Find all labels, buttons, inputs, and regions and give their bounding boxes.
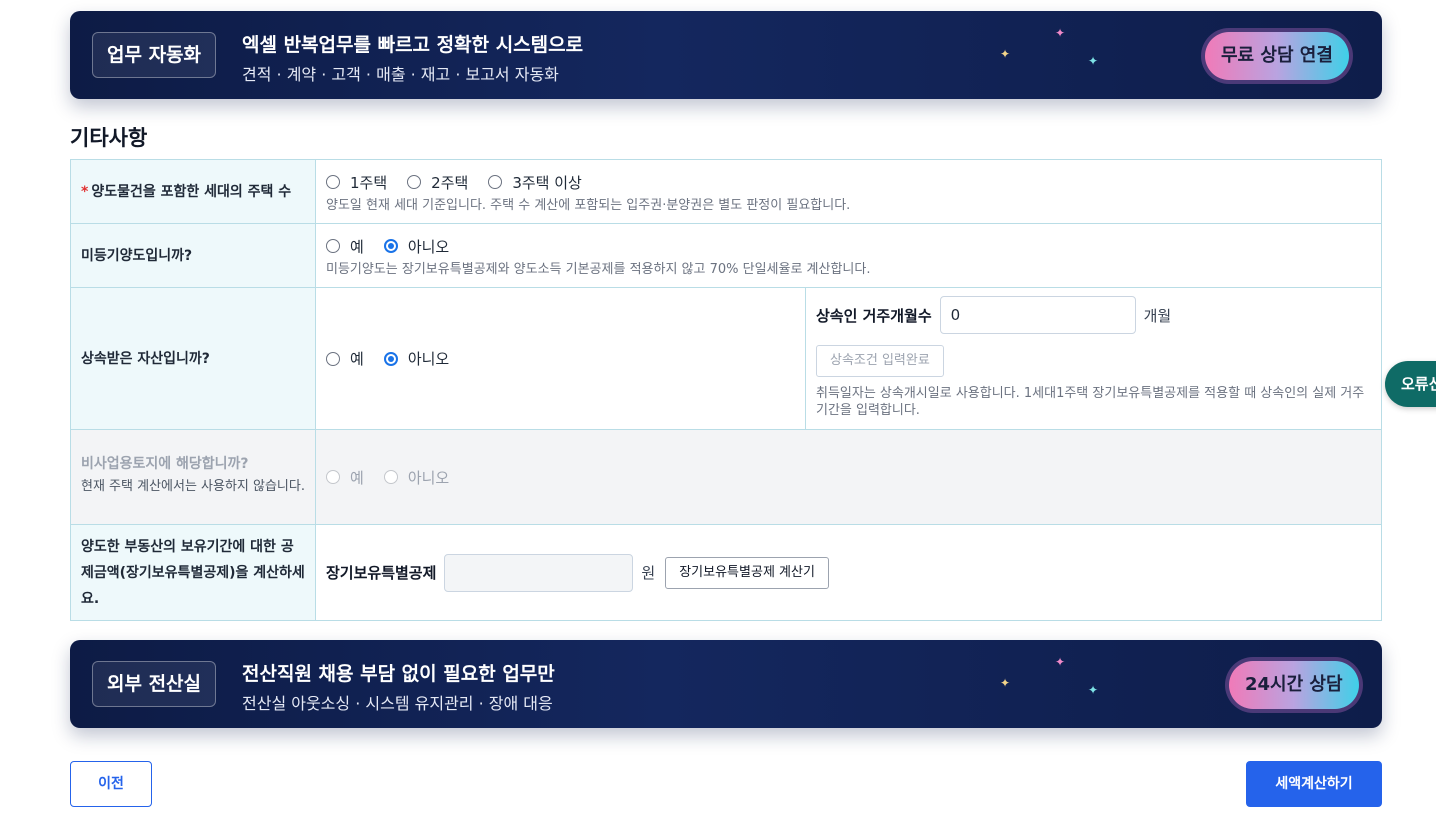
long-term-amount-input[interactable] [444, 553, 634, 592]
inherited-split: 예 아니오 상속인 거주개월수 0 개월 상속조건 입력완료 취득일자는 상속개… [316, 288, 1381, 429]
radio-label: 아니오 [407, 237, 450, 256]
house-count-radio-group: 1주택 2주택 3주택 이상 [326, 169, 1371, 195]
content-unregistered: 예 아니오 미등기양도는 장기보유특별공제와 양도소득 기본공제를 적용하지 않… [315, 223, 1382, 288]
inherited-radio-cell: 예 아니오 [316, 288, 806, 429]
section-title: 기타사항 [70, 126, 148, 150]
radio-1house[interactable]: 1주택 [326, 172, 387, 193]
radio-label: 3주택 이상 [512, 173, 582, 192]
residence-months-label: 상속인 거주개월수 [816, 306, 932, 325]
radio-circle [383, 470, 398, 484]
radio-label: 예 [350, 350, 364, 368]
unit-label: 원 [641, 564, 656, 582]
label-non-business-land: 비사업용토지에 해당합니까? 현재 주택 계산에서는 사용하지 않습니다. [70, 429, 316, 525]
radio-circle-checked[interactable] [383, 351, 398, 366]
label-inherited: 상속받은 자산입니까? [70, 287, 316, 430]
label-house-count: * 양도물건을 포함한 세대의 주택 수 [70, 159, 316, 224]
row-inherited: 상속받은 자산입니까? 예 아니오 상속인 거주개월수 0 개월 상속조건 입력… [70, 287, 1382, 430]
radio-circle [326, 470, 340, 484]
residence-months-field: 상속인 거주개월수 0 개월 [816, 296, 1371, 334]
sparkle-icon: ✦ [1000, 47, 1011, 61]
promo-banner-automation: 업무 자동화 엑셀 반복업무를 빠르고 정확한 시스템으로 견적 · 계약 · … [70, 11, 1382, 99]
content-house-count: 1주택 2주택 3주택 이상 양도일 현재 세대 기준입니다. 주택 수 계산에… [315, 159, 1382, 224]
label-subtext: 현재 주택 계산에서는 사용하지 않습니다. [81, 479, 305, 494]
help-text: 미등기양도는 장기보유특별공제와 양도소득 기본공제를 적용하지 않고 70% … [326, 262, 871, 277]
radio-label: 예 [350, 468, 364, 487]
calculate-tax-button[interactable]: 세액계산하기 [1246, 761, 1382, 807]
sparkle-icon: ✦ [1000, 676, 1011, 690]
radio-circle[interactable] [407, 175, 422, 189]
radio-3house-plus[interactable]: 3주택 이상 [488, 172, 582, 193]
content-long-term: 장기보유특별공제 원 장기보유특별공제 계산기 [315, 524, 1382, 621]
radio-circle[interactable] [326, 175, 340, 189]
unregistered-radio-group: 예 아니오 [326, 233, 1371, 259]
long-term-calculator-button[interactable]: 장기보유특별공제 계산기 [665, 556, 829, 589]
row-unregistered: 미등기양도입니까? 예 아니오 미등기양도는 장기보유특별공제와 양도소득 기본… [70, 223, 1382, 288]
sparkle-icon: ✦ [1055, 655, 1066, 669]
banner-tag: 업무 자동화 [92, 32, 217, 78]
radio-2house[interactable]: 2주택 [407, 172, 468, 193]
radio-yes-disabled: 예 [326, 467, 364, 488]
prev-button[interactable]: 이전 [70, 761, 152, 807]
banner-title: 엑셀 반복업무를 빠르고 정확한 시스템으로 [242, 34, 584, 56]
radio-label: 예 [350, 237, 364, 256]
sparkle-icon: ✦ [1088, 54, 1099, 68]
consult-24h-button[interactable]: 24시간 상담 [1225, 657, 1363, 713]
label-text: 양도물건을 포함한 세대의 주택 수 [91, 183, 292, 200]
radio-label: 1주택 [350, 173, 388, 192]
radio-circle[interactable] [326, 351, 340, 366]
help-text: 취득일자는 상속개시일로 사용합니다. 1세대1주택 장기보유특별공제를 적용할… [816, 386, 1365, 418]
radio-label: 2주택 [431, 173, 469, 192]
row-house-count: * 양도물건을 포함한 세대의 주택 수 1주택 2주택 3주택 이상 양도일 현… [70, 159, 1382, 224]
inherited-detail-cell: 상속인 거주개월수 0 개월 상속조건 입력완료 취득일자는 상속개시일로 사용… [806, 288, 1381, 429]
banner-title: 전산직원 채용 부담 없이 필요한 업무만 [242, 663, 555, 685]
help-text: 양도일 현재 세대 기준입니다. 주택 수 계산에 포함되는 입주권·분양권은 … [326, 198, 851, 213]
required-mark: * [81, 183, 89, 200]
radio-no-disabled: 아니오 [383, 467, 450, 488]
banner-subtitle: 전산실 아웃소싱 · 시스템 유지관리 · 장애 대응 [242, 694, 553, 713]
radio-no[interactable]: 아니오 [383, 236, 450, 257]
promo-banner-it-outsourcing: 외부 전산실 전산직원 채용 부담 없이 필요한 업무만 전산실 아웃소싱 · … [70, 640, 1382, 728]
radio-circle[interactable] [488, 175, 503, 189]
radio-circle-checked[interactable] [383, 239, 398, 253]
radio-circle[interactable] [326, 239, 340, 253]
long-term-label: 장기보유특별공제 [326, 564, 437, 582]
sparkle-icon: ✦ [1055, 26, 1066, 40]
row-non-business-land: 비사업용토지에 해당합니까? 현재 주택 계산에서는 사용하지 않습니다. 예 … [70, 429, 1382, 525]
label-long-term: 양도한 부동산의 보유기간에 대한 공제금액(장기보유특별공제)을 계산하세요. [70, 524, 316, 621]
long-term-field: 장기보유특별공제 원 장기보유특별공제 계산기 [326, 553, 1371, 592]
free-consult-button-label: 무료 상담 연결 [1205, 32, 1349, 80]
etc-form-table: * 양도물건을 포함한 세대의 주택 수 1주택 2주택 3주택 이상 양도일 현… [70, 159, 1382, 621]
sparkle-icon: ✦ [1088, 683, 1099, 697]
label-text: 비사업용토지에 해당합니까? [81, 456, 249, 472]
label-unregistered: 미등기양도입니까? [70, 223, 316, 288]
radio-label: 아니오 [407, 350, 450, 368]
free-consult-button[interactable]: 무료 상담 연결 [1201, 28, 1353, 84]
inheritance-complete-button[interactable]: 상속조건 입력완료 [816, 345, 944, 377]
radio-no[interactable]: 아니오 [383, 348, 450, 369]
error-report-tab[interactable]: 오류신고 [1385, 361, 1436, 407]
radio-label: 아니오 [407, 468, 450, 487]
residence-months-input[interactable]: 0 [939, 296, 1136, 334]
banner-tag: 외부 전산실 [92, 661, 217, 707]
unit-label: 개월 [1143, 306, 1172, 325]
banner-subtitle: 견적 · 계약 · 고객 · 매출 · 재고 · 보고서 자동화 [242, 65, 559, 84]
row-long-term: 양도한 부동산의 보유기간에 대한 공제금액(장기보유특별공제)을 계산하세요.… [70, 524, 1382, 621]
content-inherited: 예 아니오 상속인 거주개월수 0 개월 상속조건 입력완료 취득일자는 상속개… [315, 287, 1382, 430]
consult-24h-button-label: 24시간 상담 [1229, 661, 1359, 709]
radio-yes[interactable]: 예 [326, 236, 364, 257]
content-non-business-land: 예 아니오 [315, 429, 1382, 525]
radio-yes[interactable]: 예 [326, 348, 364, 369]
inherited-radio-group: 예 아니오 [326, 346, 469, 372]
non-business-radio-group: 예 아니오 [326, 464, 1371, 490]
